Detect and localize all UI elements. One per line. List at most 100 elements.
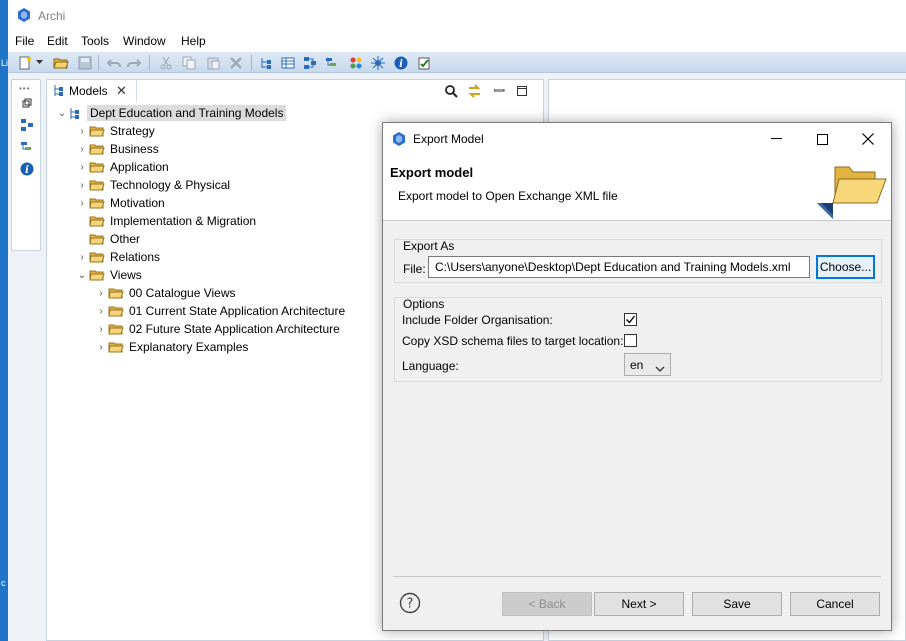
chevron-right-icon[interactable]: › <box>94 342 108 353</box>
info-icon[interactable]: i <box>18 160 36 178</box>
tree-item-implementation[interactable]: Implementation & Migration <box>75 212 259 230</box>
chevron-right-icon[interactable]: › <box>94 288 108 299</box>
maximize-window-button[interactable] <box>799 123 845 155</box>
toolbar-separator <box>251 55 252 70</box>
menu-edit[interactable]: Edit <box>47 34 68 48</box>
chevron-right-icon[interactable]: › <box>75 252 89 263</box>
tree-item-explanatory-examples[interactable]: › Explanatory Examples <box>94 338 251 356</box>
menu-file[interactable]: File <box>15 34 34 48</box>
chevron-right-icon[interactable]: › <box>75 126 89 137</box>
options-group-label: Options <box>403 297 445 311</box>
maximize-icon[interactable] <box>514 83 530 99</box>
tree-item-business[interactable]: › Business <box>75 140 162 158</box>
svg-text:?: ? <box>407 597 414 612</box>
menu-tools[interactable]: Tools <box>81 34 109 48</box>
search-icon[interactable] <box>443 83 459 99</box>
outline-icon[interactable] <box>18 116 36 134</box>
tree-item-label: Motivation <box>110 196 165 210</box>
tree-item-other[interactable]: Other <box>75 230 143 248</box>
tree-item-catalogue-views[interactable]: › 00 Catalogue Views <box>94 284 239 302</box>
validator-icon[interactable] <box>415 54 433 71</box>
file-path-input[interactable] <box>428 256 810 278</box>
tree-item-technology[interactable]: › Technology & Physical <box>75 176 233 194</box>
folder-icon <box>108 286 126 300</box>
folder-icon <box>108 304 126 318</box>
archi-logo-icon <box>392 132 406 149</box>
outline-icon[interactable] <box>301 54 319 71</box>
new-dropdown-icon[interactable] <box>34 54 44 71</box>
chevron-right-icon[interactable]: › <box>75 198 89 209</box>
dialog-titlebar[interactable]: Export Model <box>383 123 891 155</box>
tree-item-model-root[interactable]: ⌄ Dept Education and Training Models <box>55 104 287 122</box>
models-view-tabbar: Models ✕ <box>47 80 543 102</box>
export-as-group: Export As File: Choose... <box>394 239 882 283</box>
chevron-right-icon[interactable]: › <box>94 306 108 317</box>
close-icon[interactable]: ✕ <box>116 83 127 99</box>
tree-item-relations[interactable]: › Relations <box>75 248 163 266</box>
navigator-icon[interactable] <box>323 54 341 71</box>
tree-item-label: Views <box>110 268 142 282</box>
copy-xsd-checkbox[interactable] <box>624 334 637 347</box>
minimize-icon[interactable] <box>491 83 507 99</box>
restore-icon[interactable] <box>18 94 36 112</box>
tree-item-strategy[interactable]: › Strategy <box>75 122 158 140</box>
desktop-edge-text-2: c <box>1 578 6 588</box>
folder-icon <box>89 214 107 228</box>
redo-icon <box>125 54 143 71</box>
svg-text:i: i <box>399 59 403 70</box>
hints-icon[interactable] <box>369 54 387 71</box>
file-label: File: <box>403 262 426 276</box>
tree-item-future-state[interactable]: › 02 Future State Application Architectu… <box>94 320 343 338</box>
menu-help[interactable]: Help <box>181 34 206 48</box>
folder-icon <box>108 340 126 354</box>
help-icon[interactable]: ? <box>399 592 421 614</box>
navigator-icon[interactable] <box>18 138 36 156</box>
model-tree-icon <box>69 106 87 120</box>
choose-file-button[interactable]: Choose... <box>816 255 875 279</box>
palette-icon[interactable] <box>347 54 365 71</box>
chevron-right-icon[interactable]: › <box>75 162 89 173</box>
info-icon[interactable]: i <box>392 54 410 71</box>
tree-item-motivation[interactable]: › Motivation <box>75 194 168 212</box>
footer-separator <box>393 576 881 577</box>
model-tree-icon[interactable] <box>257 54 275 71</box>
minimize-window-button[interactable] <box>753 123 799 155</box>
tree-item-label: Dept Education and Training Models <box>87 105 287 121</box>
new-icon[interactable] <box>16 54 34 71</box>
properties-icon[interactable] <box>279 54 297 71</box>
folder-icon <box>89 232 107 246</box>
folder-icon <box>89 142 107 156</box>
tree-item-label: Business <box>110 142 159 156</box>
toolbar-separator <box>98 55 99 70</box>
chevron-right-icon[interactable]: › <box>75 180 89 191</box>
copy-xsd-label: Copy XSD schema files to target location… <box>402 334 624 348</box>
open-folder-icon[interactable] <box>52 54 70 71</box>
chevron-down-icon[interactable]: ⌄ <box>55 108 69 119</box>
tab-models[interactable]: Models ✕ <box>47 80 137 102</box>
language-select-value: en <box>630 358 644 372</box>
save-button[interactable]: Save <box>692 592 782 616</box>
language-select[interactable]: en <box>624 353 671 376</box>
tree-item-application[interactable]: › Application <box>75 158 172 176</box>
menu-window[interactable]: Window <box>123 34 166 48</box>
rail-drag-handle[interactable]: ••• <box>19 84 30 93</box>
cut-icon <box>157 54 175 71</box>
dialog-title: Export Model <box>413 132 484 146</box>
include-folder-checkbox[interactable] <box>624 313 637 326</box>
chevron-down-icon[interactable]: ⌄ <box>75 270 89 281</box>
archi-logo-icon <box>17 8 31 25</box>
chevron-right-icon[interactable]: › <box>94 324 108 335</box>
chevron-right-icon[interactable]: › <box>75 144 89 155</box>
tree-item-views[interactable]: ⌄ Views <box>75 266 145 284</box>
close-window-button[interactable] <box>845 123 891 155</box>
link-to-editor-icon[interactable] <box>466 83 482 99</box>
app-title: Archi <box>38 9 66 23</box>
include-folder-label: Include Folder Organisation: <box>402 313 553 327</box>
delete-icon <box>227 54 245 71</box>
folder-icon <box>89 196 107 210</box>
main-toolbar: i <box>8 52 906 73</box>
cancel-button[interactable]: Cancel <box>790 592 880 616</box>
next-button[interactable]: Next > <box>594 592 684 616</box>
tree-item-current-state[interactable]: › 01 Current State Application Architect… <box>94 302 348 320</box>
tab-models-label: Models <box>69 84 108 98</box>
